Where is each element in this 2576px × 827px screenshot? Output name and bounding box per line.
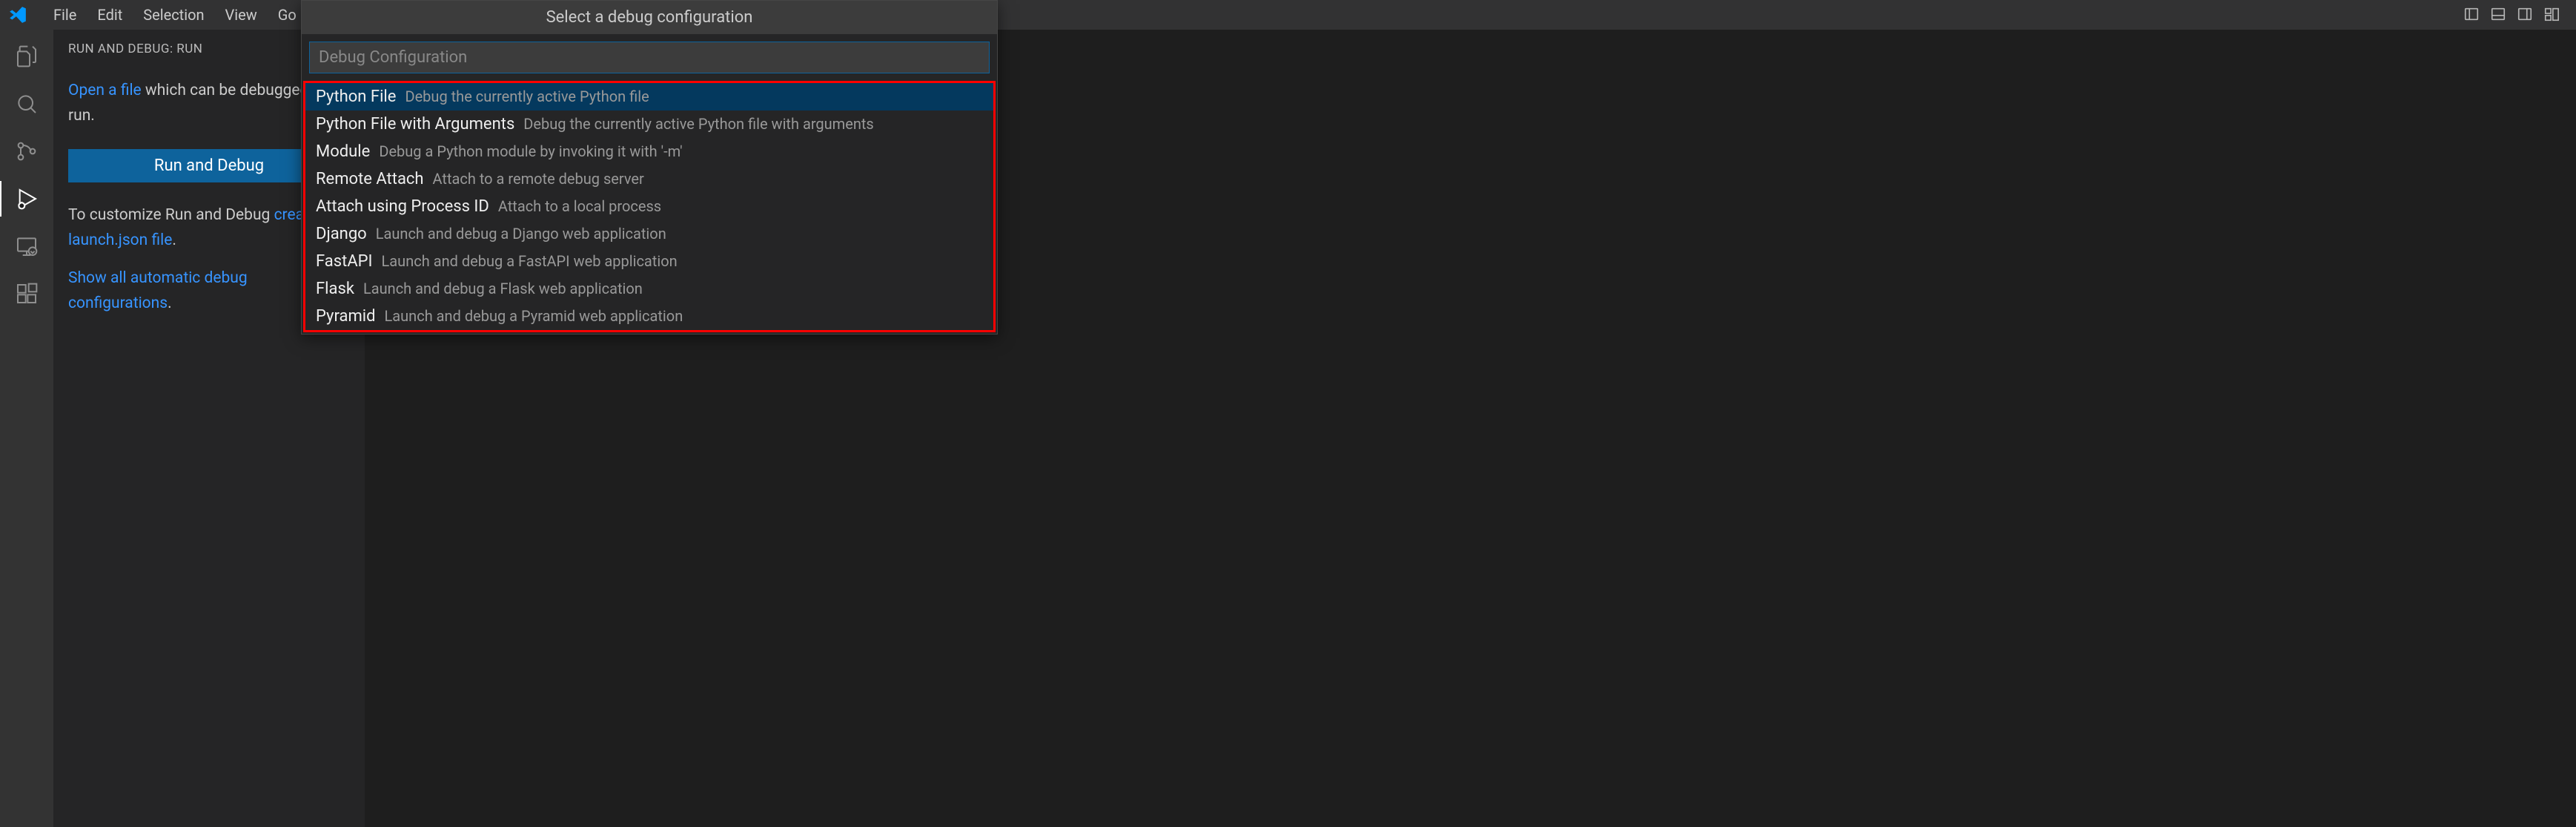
open-file-link[interactable]: Open a file xyxy=(68,82,142,99)
picker-item-label: Pyramid xyxy=(316,307,376,326)
picker-item-label: Attach using Process ID xyxy=(316,197,489,216)
picker-title: Select a debug configuration xyxy=(302,1,997,34)
layout-panel-icon[interactable] xyxy=(2490,6,2508,24)
layout-primary-side-icon[interactable] xyxy=(2463,6,2481,24)
vscode-logo-icon xyxy=(7,4,28,25)
menu-bar: File Edit Selection View Go xyxy=(43,1,307,28)
picker-list: Python File Debug the currently active Py… xyxy=(303,81,996,332)
customize-prefix: To customize Run and Debug xyxy=(68,206,274,224)
picker-item-desc: Debug the currently active Python file w… xyxy=(523,115,873,133)
debug-config-picker: Select a debug configuration Python File… xyxy=(301,0,998,335)
customize-suffix: . xyxy=(172,231,176,249)
explorer-icon[interactable] xyxy=(9,39,44,74)
picker-item-desc: Attach to a remote debug server xyxy=(433,170,644,188)
picker-input[interactable] xyxy=(309,42,990,73)
menu-file[interactable]: File xyxy=(43,1,87,28)
run-debug-icon[interactable] xyxy=(9,181,44,217)
search-icon[interactable] xyxy=(9,86,44,122)
picker-item-desc: Debug the currently active Python file xyxy=(405,88,649,105)
picker-item[interactable]: Remote Attach Attach to a remote debug se… xyxy=(305,165,993,193)
customize-layout-icon[interactable] xyxy=(2543,6,2561,24)
menu-view[interactable]: View xyxy=(215,1,268,28)
picker-item[interactable]: Flask Launch and debug a Flask web applic… xyxy=(305,275,993,303)
source-control-icon[interactable] xyxy=(9,134,44,169)
picker-item-label: Python File with Arguments xyxy=(316,115,514,134)
menu-selection[interactable]: Selection xyxy=(133,1,214,28)
show-all-configs-link[interactable]: Show all automatic debug configurations xyxy=(68,269,248,312)
layout-secondary-side-icon[interactable] xyxy=(2517,6,2534,24)
picker-item[interactable]: Attach using Process ID Attach to a local… xyxy=(305,193,993,220)
picker-item-label: FastAPI xyxy=(316,252,373,271)
picker-item-desc: Launch and debug a FastAPI web applicati… xyxy=(382,252,678,270)
picker-item[interactable]: Python File with Arguments Debug the curr… xyxy=(305,111,993,138)
picker-item-label: Python File xyxy=(316,88,396,106)
remote-explorer-icon[interactable] xyxy=(9,228,44,264)
picker-item-label: Django xyxy=(316,225,367,243)
picker-item[interactable]: Pyramid Launch and debug a Pyramid web ap… xyxy=(305,303,993,330)
picker-item-label: Remote Attach xyxy=(316,170,424,188)
picker-item-desc: Debug a Python module by invoking it wit… xyxy=(379,142,682,160)
titlebar-controls xyxy=(2463,6,2569,24)
picker-item[interactable]: FastAPI Launch and debug a FastAPI web ap… xyxy=(305,248,993,275)
picker-item-desc: Launch and debug a Pyramid web applicati… xyxy=(385,307,683,325)
picker-item[interactable]: Python File Debug the currently active Py… xyxy=(305,83,993,111)
picker-item[interactable]: Django Launch and debug a Django web appl… xyxy=(305,220,993,248)
picker-item[interactable]: Module Debug a Python module by invoking … xyxy=(305,138,993,165)
picker-item-desc: Attach to a local process xyxy=(498,197,661,215)
extensions-icon[interactable] xyxy=(9,276,44,312)
picker-item-desc: Launch and debug a Django web applicatio… xyxy=(376,225,666,243)
picker-item-label: Module xyxy=(316,142,370,161)
menu-edit[interactable]: Edit xyxy=(87,1,133,28)
activity-bar xyxy=(0,30,53,827)
picker-item-label: Flask xyxy=(316,280,354,298)
picker-item-desc: Launch and debug a Flask web application xyxy=(363,280,643,297)
